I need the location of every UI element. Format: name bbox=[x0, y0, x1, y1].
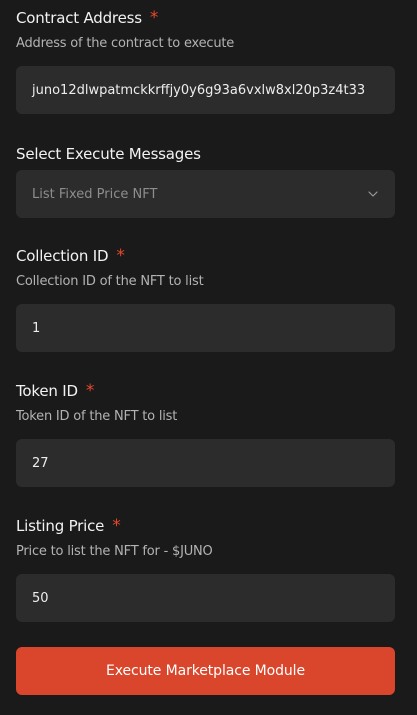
required-mark: * bbox=[149, 7, 159, 28]
token-id-hint: Token ID of the NFT to list bbox=[16, 409, 178, 424]
collection-id-input[interactable]: 1 bbox=[16, 304, 395, 352]
token-id-label-text: Token ID bbox=[16, 382, 78, 400]
required-mark: * bbox=[112, 515, 121, 536]
execute-messages-label-text: Select Execute Messages bbox=[16, 145, 201, 163]
contract-address-label-text: Contract Address bbox=[16, 9, 142, 27]
token-id-input[interactable]: 27 bbox=[16, 439, 395, 487]
contract-address-input[interactable]: juno12dlwpatmckkrffjy0y6g93a6vxlw8xl20p3… bbox=[16, 66, 395, 114]
execute-marketplace-module-button[interactable]: Execute Marketplace Module bbox=[16, 647, 395, 695]
listing-price-input[interactable]: 50 bbox=[16, 574, 395, 622]
token-id-label: Token ID * bbox=[16, 381, 395, 401]
collection-id-label: Collection ID * bbox=[16, 246, 395, 266]
execute-messages-selected-value: List Fixed Price NFT bbox=[32, 186, 158, 202]
collection-id-hint: Collection ID of the NFT to list bbox=[16, 274, 204, 289]
execute-messages-label: Select Execute Messages bbox=[16, 144, 395, 164]
token-id-field: Token ID * Token ID of the NFT to list 2… bbox=[16, 381, 395, 487]
chevron-down-icon bbox=[367, 188, 379, 200]
execute-messages-field: Select Execute Messages List Fixed Price… bbox=[16, 144, 395, 218]
collection-id-field: Collection ID * Collection ID of the NFT… bbox=[16, 246, 395, 352]
listing-price-label: Listing Price * bbox=[16, 516, 395, 536]
required-mark: * bbox=[85, 380, 95, 401]
listing-price-field: Listing Price * Price to list the NFT fo… bbox=[16, 516, 395, 622]
listing-price-label-text: Listing Price bbox=[16, 517, 105, 535]
listing-price-hint: Price to list the NFT for - $JUNO bbox=[16, 544, 213, 559]
contract-address-label: Contract Address * bbox=[16, 8, 395, 28]
contract-address-field: Contract Address * Address of the contra… bbox=[16, 8, 395, 114]
collection-id-label-text: Collection ID bbox=[16, 247, 109, 265]
contract-address-hint: Address of the contract to execute bbox=[16, 36, 235, 51]
execute-messages-select[interactable]: List Fixed Price NFT bbox=[16, 170, 395, 218]
required-mark: * bbox=[116, 245, 125, 266]
execute-form: Contract Address * Address of the contra… bbox=[0, 0, 417, 715]
